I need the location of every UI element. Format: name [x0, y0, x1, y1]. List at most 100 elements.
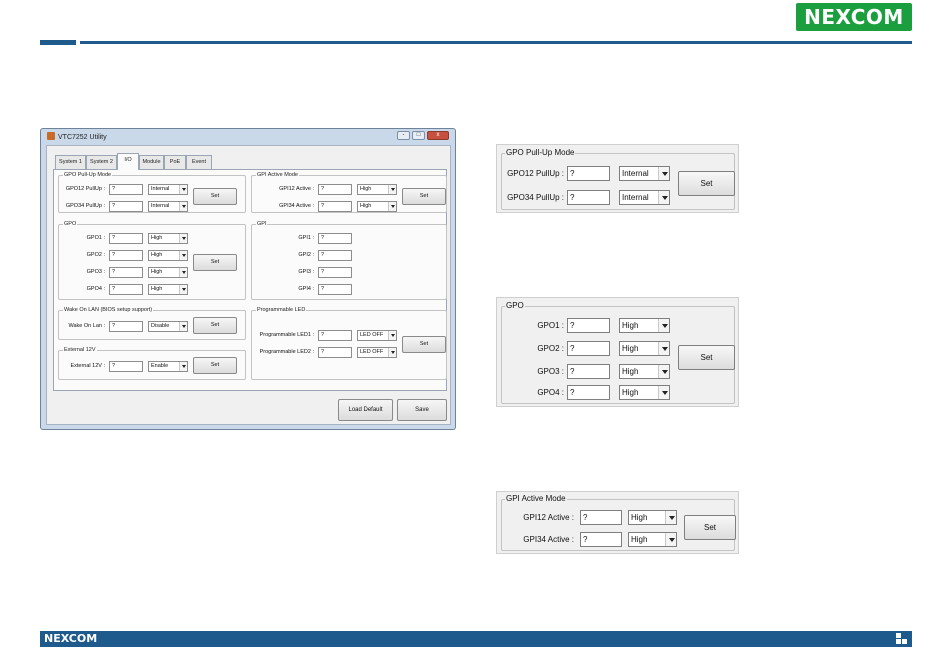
gpi34-active-select[interactable]: High — [357, 201, 397, 212]
field-label: Programmable LED1 : — [259, 332, 314, 338]
gpo-group: GPO GPO1 : ? High GPO2 : ? High GPO3 : ?… — [58, 220, 246, 300]
external-12v-value[interactable]: ? — [109, 361, 143, 372]
zoom-gpo4-select[interactable]: High — [619, 385, 670, 400]
chevron-down-icon — [179, 285, 187, 294]
led1-value[interactable]: ? — [318, 330, 352, 341]
zoom-gpo2-value[interactable]: ? — [567, 341, 610, 356]
tab-module[interactable]: Module — [139, 155, 164, 169]
zoom-gpo12-pullup-value[interactable]: ? — [567, 166, 610, 181]
field-label: Wake On Lan : — [68, 323, 105, 329]
gpo3-value[interactable]: ? — [109, 267, 143, 278]
chevron-down-icon — [179, 202, 187, 211]
field-label: GPO2 : — [537, 344, 564, 353]
zoom-gpo1-select[interactable]: High — [619, 318, 670, 333]
gpo12-pullup-select[interactable]: Internal — [148, 184, 188, 195]
select-value: High — [622, 367, 639, 376]
field-label: GPO3 : — [537, 367, 564, 376]
zoom-gpi12-active-value[interactable]: ? — [580, 510, 622, 525]
gpo34-pullup-select[interactable]: Internal — [148, 201, 188, 212]
group-title: GPO Pull-Up Mode — [505, 147, 576, 159]
zoom-gpo4-value[interactable]: ? — [567, 385, 610, 400]
field-label: GPI12 Active : — [523, 513, 574, 522]
zoom-gpi34-active-select[interactable]: High — [628, 532, 677, 547]
gpo-pullup-set-button[interactable]: Set — [193, 188, 237, 205]
zoom-gpo3-select[interactable]: High — [619, 364, 670, 379]
field-label: GPI1 : — [298, 235, 314, 241]
led2-select[interactable]: LED OFF — [357, 347, 397, 358]
select-value: High — [631, 535, 648, 544]
tab-poe[interactable]: PoE — [164, 155, 186, 169]
led1-select[interactable]: LED OFF — [357, 330, 397, 341]
field-label: GPO4 : — [537, 388, 564, 397]
gpo1-select[interactable]: High — [148, 233, 188, 244]
field-label: GPI34 Active : — [279, 203, 314, 209]
led-set-button[interactable]: Set — [402, 336, 446, 353]
external-12v-select[interactable]: Enable — [148, 361, 188, 372]
gpo2-value[interactable]: ? — [109, 250, 143, 261]
select-value: LED OFF — [360, 332, 384, 338]
gpo2-select[interactable]: High — [148, 250, 188, 261]
gpo-pullup-group: GPO Pull-Up Mode GPO12 PullUp : ? Intern… — [58, 171, 246, 213]
minimize-button[interactable]: - — [397, 131, 410, 140]
led2-value[interactable]: ? — [318, 347, 352, 358]
gpo4-value[interactable]: ? — [109, 284, 143, 295]
gpi2-value: ? — [318, 250, 352, 261]
field-label: GPO34 PullUp : — [507, 193, 564, 202]
load-default-button[interactable]: Load Default — [338, 399, 393, 421]
field-label: GPO2 : — [86, 252, 105, 258]
zoom-gpo-pullup-panel: GPO Pull-Up Mode GPO12 PullUp : ? Intern… — [496, 144, 739, 213]
group-title: GPO — [505, 300, 525, 312]
field-label: GPI12 Active : — [279, 186, 314, 192]
zoom-gpo-pullup-set-button[interactable]: Set — [678, 171, 735, 196]
wake-on-lan-value[interactable]: ? — [109, 321, 143, 332]
footer-bar — [40, 631, 912, 647]
zoom-gpo-set-button[interactable]: Set — [678, 345, 735, 370]
field-label: GPI2 : — [298, 252, 314, 258]
gpo1-value[interactable]: ? — [109, 233, 143, 244]
select-value: Enable — [151, 363, 169, 369]
zoom-gpo34-pullup-value[interactable]: ? — [567, 190, 610, 205]
select-value: Internal — [622, 169, 649, 178]
select-value: High — [631, 513, 648, 522]
wake-on-lan-set-button[interactable]: Set — [193, 317, 237, 334]
chevron-down-icon — [179, 185, 187, 194]
maximize-button[interactable]: □ — [412, 131, 425, 140]
gpi12-active-value[interactable]: ? — [318, 184, 352, 195]
zoom-gpo3-value[interactable]: ? — [567, 364, 610, 379]
group-title: External 12V — [63, 346, 97, 354]
field-label: GPO12 PullUp : — [507, 169, 564, 178]
zoom-gpo2-select[interactable]: High — [619, 341, 670, 356]
select-value: High — [151, 269, 163, 275]
chevron-down-icon — [658, 365, 669, 378]
zoom-gpi12-active-select[interactable]: High — [628, 510, 677, 525]
chevron-down-icon — [665, 511, 676, 524]
close-button[interactable]: x — [427, 131, 449, 140]
gpo-set-button[interactable]: Set — [193, 254, 237, 271]
zoom-gpi-active-set-button[interactable]: Set — [684, 515, 736, 540]
gpi-active-set-button[interactable]: Set — [402, 188, 446, 205]
zoom-gpo34-pullup-select[interactable]: Internal — [619, 190, 670, 205]
zoom-gpo-pullup-group: GPO Pull-Up Mode GPO12 PullUp : ? Intern… — [501, 147, 735, 210]
gpi12-active-select[interactable]: High — [357, 184, 397, 195]
save-button[interactable]: Save — [397, 399, 447, 421]
gpo12-pullup-value[interactable]: ? — [109, 184, 143, 195]
wake-on-lan-group: Wake On LAN (BIOS setup support) Wake On… — [58, 306, 246, 340]
wake-on-lan-select[interactable]: Disable — [148, 321, 188, 332]
gpo34-pullup-value[interactable]: ? — [109, 201, 143, 212]
gpi34-active-value[interactable]: ? — [318, 201, 352, 212]
tab-event[interactable]: Event — [186, 155, 212, 169]
zoom-gpo12-pullup-select[interactable]: Internal — [619, 166, 670, 181]
gpo4-select[interactable]: High — [148, 284, 188, 295]
gpo3-select[interactable]: High — [148, 267, 188, 278]
tab-io[interactable]: I/O — [117, 153, 139, 170]
select-value: High — [151, 235, 163, 241]
tab-system-2[interactable]: System 2 — [86, 155, 117, 169]
field-label: GPI4 : — [298, 286, 314, 292]
zoom-gpi34-active-value[interactable]: ? — [580, 532, 622, 547]
page-corner-icon — [896, 633, 908, 645]
window-title: VTC7252 Utility — [47, 132, 107, 141]
zoom-gpo1-value[interactable]: ? — [567, 318, 610, 333]
header-rule — [80, 41, 912, 44]
tab-system-1[interactable]: System 1 — [55, 155, 86, 169]
external-12v-set-button[interactable]: Set — [193, 357, 237, 374]
